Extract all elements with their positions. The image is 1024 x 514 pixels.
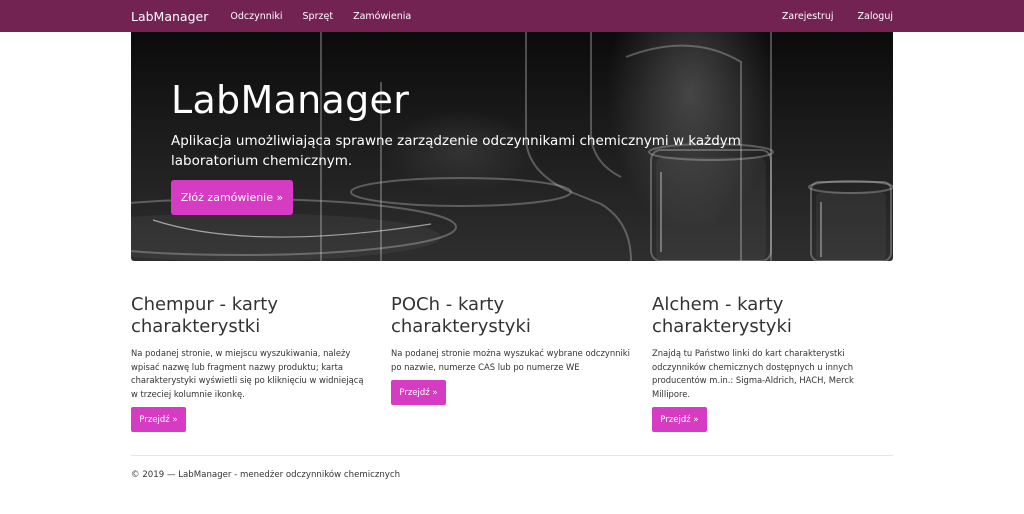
nav-link-sprzet[interactable]: Sprzęt (303, 11, 334, 22)
navbar: LabManager Odczynniki Sprzęt Zamówienia … (0, 0, 1024, 32)
login-link[interactable]: Zaloguj (858, 11, 893, 22)
nav-link-zamowienia[interactable]: Zamówienia (353, 11, 411, 22)
footer-text: © 2019 — LabManager - menedżer odczynnik… (131, 470, 401, 480)
hero-description: Aplikacja umożliwiająca sprawne zarządze… (171, 133, 741, 169)
nav-right: Zarejestruj Zaloguj (758, 11, 893, 22)
column-text: Na podanej stronie można wyszukać wybran… (391, 348, 630, 372)
nav-link-odczynniki[interactable]: Odczynniki (230, 11, 282, 22)
poch-go-button[interactable]: Przejdź » (391, 380, 446, 405)
alchem-go-button[interactable]: Przejdź » (652, 407, 707, 432)
column-chempur: Chempur - karty charakterystki Na podane… (131, 294, 371, 401)
footer-divider (131, 455, 893, 456)
column-text: Na podanej stronie, w miejscu wyszukiwan… (131, 348, 364, 399)
column-title: POCh - karty charakterystyki (391, 294, 531, 337)
column-alchem: Alchem - karty charakterystyki Znajdą tu… (652, 294, 892, 401)
brand-link[interactable]: LabManager (131, 9, 208, 24)
chempur-go-button[interactable]: Przejdź » (131, 407, 186, 432)
column-poch: POCh - karty charakterystyki Na podanej … (391, 294, 631, 374)
column-title: Chempur - karty charakterystki (131, 294, 279, 337)
hero-jumbotron: LabManager Aplikacja umożliwiająca spraw… (131, 32, 893, 261)
column-title: Alchem - karty charakterystyki (652, 294, 792, 337)
register-link[interactable]: Zarejestruj (782, 11, 834, 22)
order-button[interactable]: Złóż zamówienie » (171, 180, 293, 215)
column-text: Znajdą tu Państwo linki do kart charakte… (652, 348, 854, 399)
navbar-inner: LabManager Odczynniki Sprzęt Zamówienia … (131, 0, 893, 32)
hero-title: LabManager (171, 78, 410, 122)
